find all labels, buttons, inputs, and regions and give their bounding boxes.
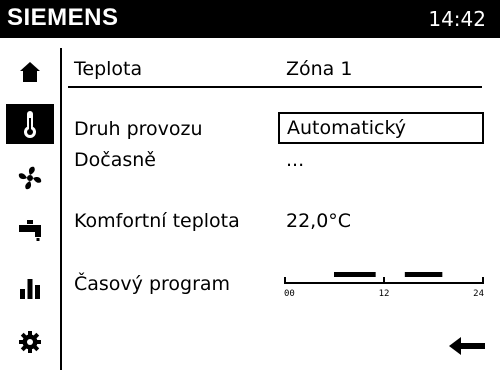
- header-divider: [68, 86, 482, 88]
- nav-statistics[interactable]: [6, 268, 54, 308]
- mode-select[interactable]: Automatický: [278, 112, 484, 144]
- nav-ventilation[interactable]: [6, 158, 54, 198]
- nav-home[interactable]: [6, 52, 54, 92]
- nav-temperature[interactable]: [6, 104, 54, 144]
- faucet-icon: [19, 220, 41, 241]
- nav-hot-water[interactable]: [6, 210, 54, 250]
- mode-value: Automatický: [287, 117, 407, 139]
- comfort-temperature-value[interactable]: 22,0°C: [286, 210, 351, 232]
- timeline-tick-label: 00: [284, 289, 295, 299]
- home-icon: [20, 62, 40, 82]
- schedule-on-period: [334, 272, 376, 277]
- page-title: Teplota: [74, 58, 143, 80]
- bar-chart-icon: [20, 279, 40, 299]
- thermostat-screen: SIEMENS 14:42 Teplota Zóna 1 Druh provoz…: [0, 0, 500, 376]
- comfort-temperature-label: Komfortní teplota: [74, 210, 240, 232]
- schedule-label: Časový program: [74, 273, 231, 295]
- gear-icon: [19, 331, 41, 353]
- temporary-value[interactable]: ...: [286, 149, 304, 171]
- thermometer-icon: [24, 111, 36, 138]
- brand-logo: SIEMENS: [7, 4, 119, 31]
- clock: 14:42: [428, 7, 486, 31]
- timeline-tick: [383, 277, 385, 284]
- status-bar: SIEMENS 14:42: [0, 0, 500, 38]
- sidebar-divider: [60, 48, 62, 370]
- zone-label: Zóna 1: [286, 58, 353, 80]
- mode-label: Druh provozu: [74, 118, 203, 140]
- fan-icon: [18, 166, 42, 190]
- temporary-label: Dočasně: [74, 149, 156, 171]
- timeline-tick-label: 24: [473, 289, 484, 299]
- timeline-tick: [284, 277, 286, 284]
- schedule-on-period: [404, 272, 443, 277]
- timeline-tick-label: 12: [379, 289, 390, 299]
- nav-settings[interactable]: [6, 322, 54, 362]
- timeline-tick: [482, 277, 484, 284]
- schedule-timeline[interactable]: 00 12 24: [284, 270, 484, 300]
- arrow-left-icon[interactable]: [448, 335, 486, 357]
